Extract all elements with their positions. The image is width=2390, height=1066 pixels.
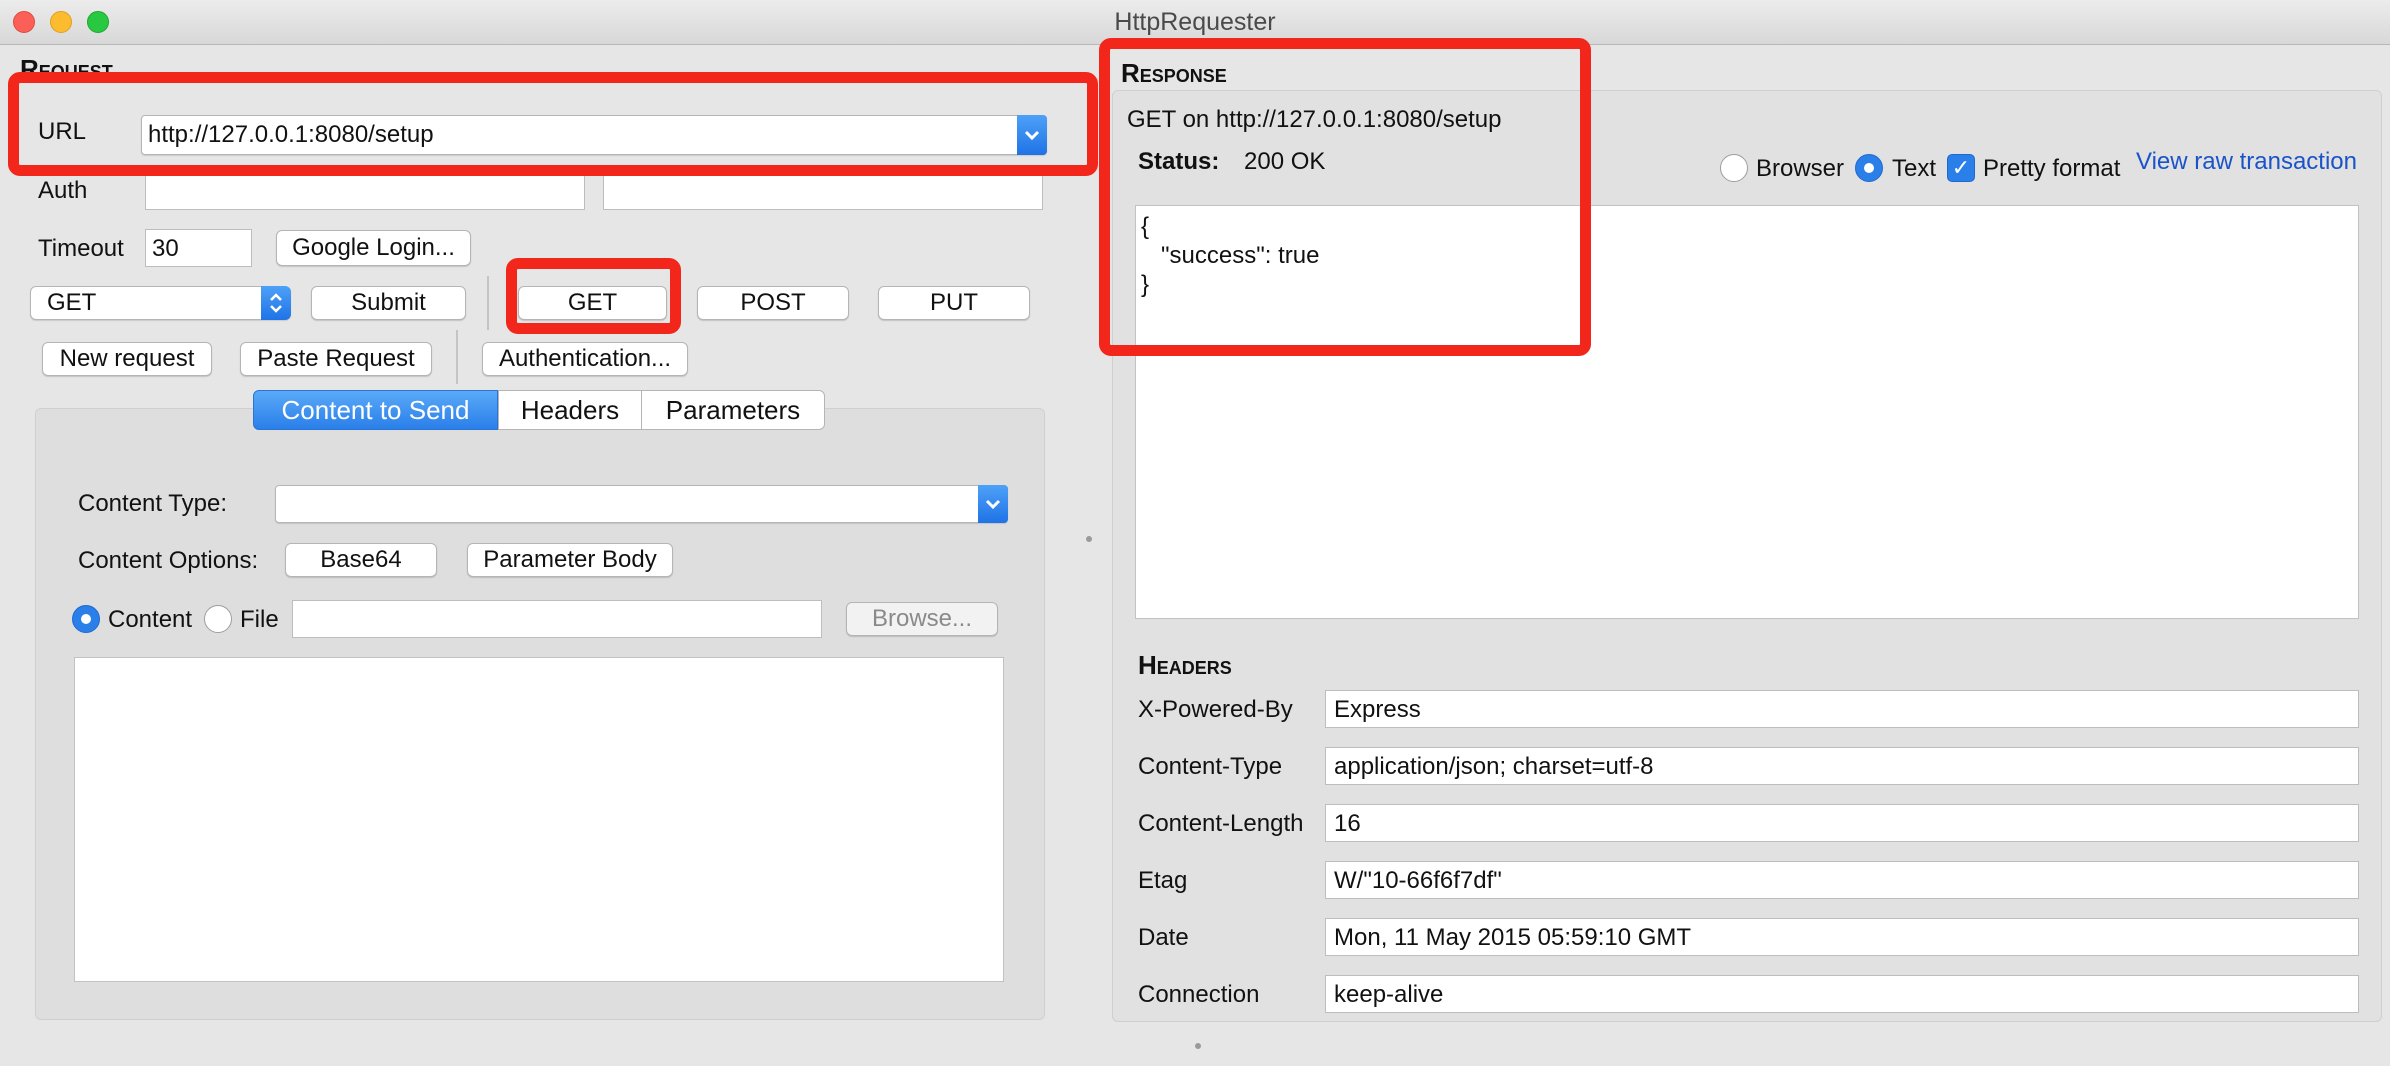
file-path-field[interactable] [292, 600, 822, 638]
method-select[interactable]: GET [30, 286, 291, 320]
put-button[interactable]: PUT [878, 286, 1030, 320]
header-name: X-Powered-By [1138, 696, 1293, 723]
auth-password-field[interactable] [603, 172, 1043, 210]
parameter-body-button[interactable]: Parameter Body [467, 543, 673, 577]
content-options-label: Content Options: [78, 547, 259, 574]
google-login-button[interactable]: Google Login... [276, 230, 471, 266]
request-tabs: Content to Send Headers Parameters [253, 390, 825, 430]
content-radio[interactable] [72, 605, 100, 633]
tab-content-to-send[interactable]: Content to Send [253, 390, 498, 430]
base64-button[interactable]: Base64 [285, 543, 437, 577]
paste-request-button[interactable]: Paste Request [240, 342, 432, 376]
header-value-field[interactable]: W/"10-66f6f7df" [1325, 861, 2359, 899]
annotation-box-response [1099, 38, 1591, 356]
browser-view-label: Browser [1756, 155, 1845, 182]
request-content-text [75, 658, 1003, 674]
content-type-dropdown[interactable] [978, 485, 1008, 523]
timeout-label: Timeout [38, 235, 124, 262]
auth-username-field[interactable] [145, 172, 585, 210]
submit-button[interactable]: Submit [311, 286, 466, 320]
header-name: Connection [1138, 981, 1260, 1008]
browser-view-radio[interactable] [1720, 154, 1748, 182]
file-radio[interactable] [204, 605, 232, 633]
pretty-format-checkbox[interactable]: ✓ [1947, 154, 1975, 182]
annotation-box-url [8, 72, 1098, 176]
content-type-combobox[interactable] [275, 485, 1008, 523]
vertical-splitter-handle[interactable] [1086, 536, 1092, 542]
method-value: GET [47, 289, 97, 316]
view-raw-transaction-link[interactable]: View raw transaction [2136, 148, 2357, 176]
content-type-label: Content Type: [78, 490, 227, 517]
toolbar-separator [456, 330, 458, 384]
chevron-down-icon [985, 499, 1001, 510]
tab-headers[interactable]: Headers [498, 390, 642, 430]
request-content-textarea[interactable] [74, 657, 1004, 982]
header-name: Date [1138, 924, 1189, 951]
header-value-field[interactable]: Mon, 11 May 2015 05:59:10 GMT [1325, 918, 2359, 956]
new-request-button[interactable]: New request [42, 342, 212, 376]
authentication-button[interactable]: Authentication... [482, 342, 688, 376]
header-value-field[interactable]: 16 [1325, 804, 2359, 842]
header-name: Content-Type [1138, 753, 1283, 780]
pretty-format-label: Pretty format [1983, 155, 2121, 182]
method-select-arrow [261, 286, 291, 320]
response-headers-title: Headers [1138, 650, 1232, 680]
app-window: HttpRequester Request URL http://127.0.0… [0, 0, 2390, 1066]
annotation-box-get [506, 258, 681, 334]
header-value-field[interactable]: keep-alive [1325, 975, 2359, 1013]
post-button[interactable]: POST [697, 286, 849, 320]
toolbar-separator [487, 276, 489, 330]
bottom-splitter-handle[interactable] [1195, 1043, 1201, 1049]
header-value-field[interactable]: application/json; charset=utf-8 [1325, 747, 2359, 785]
text-view-label: Text [1892, 155, 1937, 182]
header-name: Etag [1138, 867, 1188, 894]
browse-button[interactable]: Browse... [846, 602, 998, 636]
file-radio-label: File [240, 606, 279, 633]
text-view-radio[interactable] [1855, 154, 1883, 182]
content-radio-label: Content [108, 606, 193, 633]
auth-label: Auth [38, 177, 88, 204]
header-name: Content-Length [1138, 810, 1304, 837]
tab-parameters[interactable]: Parameters [641, 390, 825, 430]
checkmark-icon: ✓ [1951, 155, 1971, 180]
up-down-chevron-icon [270, 293, 282, 313]
header-value-field[interactable]: Express [1325, 690, 2359, 728]
timeout-field[interactable]: 30 [145, 229, 252, 267]
